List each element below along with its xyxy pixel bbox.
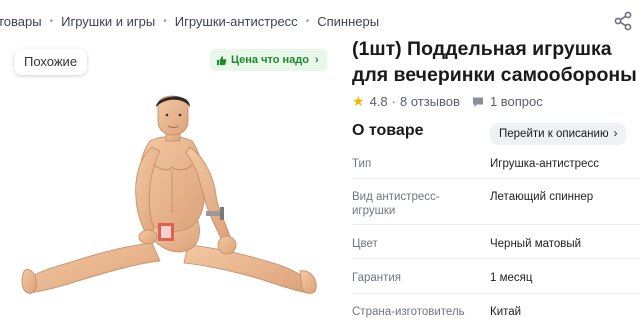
spec-value: Китай <box>490 306 522 318</box>
breadcrumb-item[interactable]: Игрушки и игры <box>61 14 155 29</box>
chevron-right-icon: › <box>314 54 319 66</box>
product-image[interactable] <box>20 95 320 310</box>
spec-label: Цвет <box>352 238 378 250</box>
thumbs-up-icon <box>216 55 227 65</box>
spec-label: Вид антистресс-игрушки <box>352 191 440 217</box>
about-heading: О товаре <box>352 122 424 139</box>
separator-dot: · <box>391 94 396 109</box>
spec-value: Летающий спиннер <box>490 191 594 203</box>
breadcrumb: товары • Игрушки и игры • Игрушки-антист… <box>0 12 379 30</box>
similar-button[interactable]: Похожие <box>14 49 88 75</box>
spec-label: Страна-изготовитель <box>352 306 465 318</box>
breadcrumb-separator: • <box>163 15 167 27</box>
go-to-description-label: Перейти к описанию <box>499 128 609 140</box>
spec-value: 1 месяц <box>490 272 533 284</box>
reviews-link[interactable]: 8 отзывов <box>400 94 460 109</box>
spec-label: Тип <box>352 158 372 170</box>
product-title: (1шт) Поддельная игрушка для вечеринки с… <box>352 38 637 86</box>
divider <box>352 224 640 225</box>
rating-row: ★ 4.8 · 8 отзывов 1 вопрос <box>352 93 543 110</box>
divider <box>352 178 640 179</box>
price-badge-label: Цена что надо <box>231 54 309 66</box>
chat-bubble-icon <box>472 97 483 107</box>
spec-value: Черный матовый <box>490 238 582 250</box>
share-icon[interactable] <box>612 10 634 32</box>
breadcrumb-item[interactable]: товары <box>0 14 42 29</box>
divider <box>352 293 640 294</box>
star-icon: ★ <box>352 93 365 109</box>
divider <box>352 258 640 259</box>
breadcrumb-item[interactable]: Игрушки-антистресс <box>175 14 298 29</box>
breadcrumb-item[interactable]: Спиннеры <box>317 14 379 29</box>
breadcrumb-separator: • <box>305 15 310 27</box>
price-badge[interactable]: Цена что надо › <box>210 49 327 71</box>
spec-value: Игрушка-антистресс <box>490 158 599 170</box>
breadcrumb-separator: • <box>49 15 54 27</box>
chevron-right-icon: › <box>613 128 618 140</box>
spec-label: Гарантия <box>352 272 402 284</box>
rating-value[interactable]: 4.8 <box>370 94 388 109</box>
go-to-description-button[interactable]: Перейти к описанию › <box>490 123 627 145</box>
questions-link[interactable]: 1 вопрос <box>490 94 543 109</box>
